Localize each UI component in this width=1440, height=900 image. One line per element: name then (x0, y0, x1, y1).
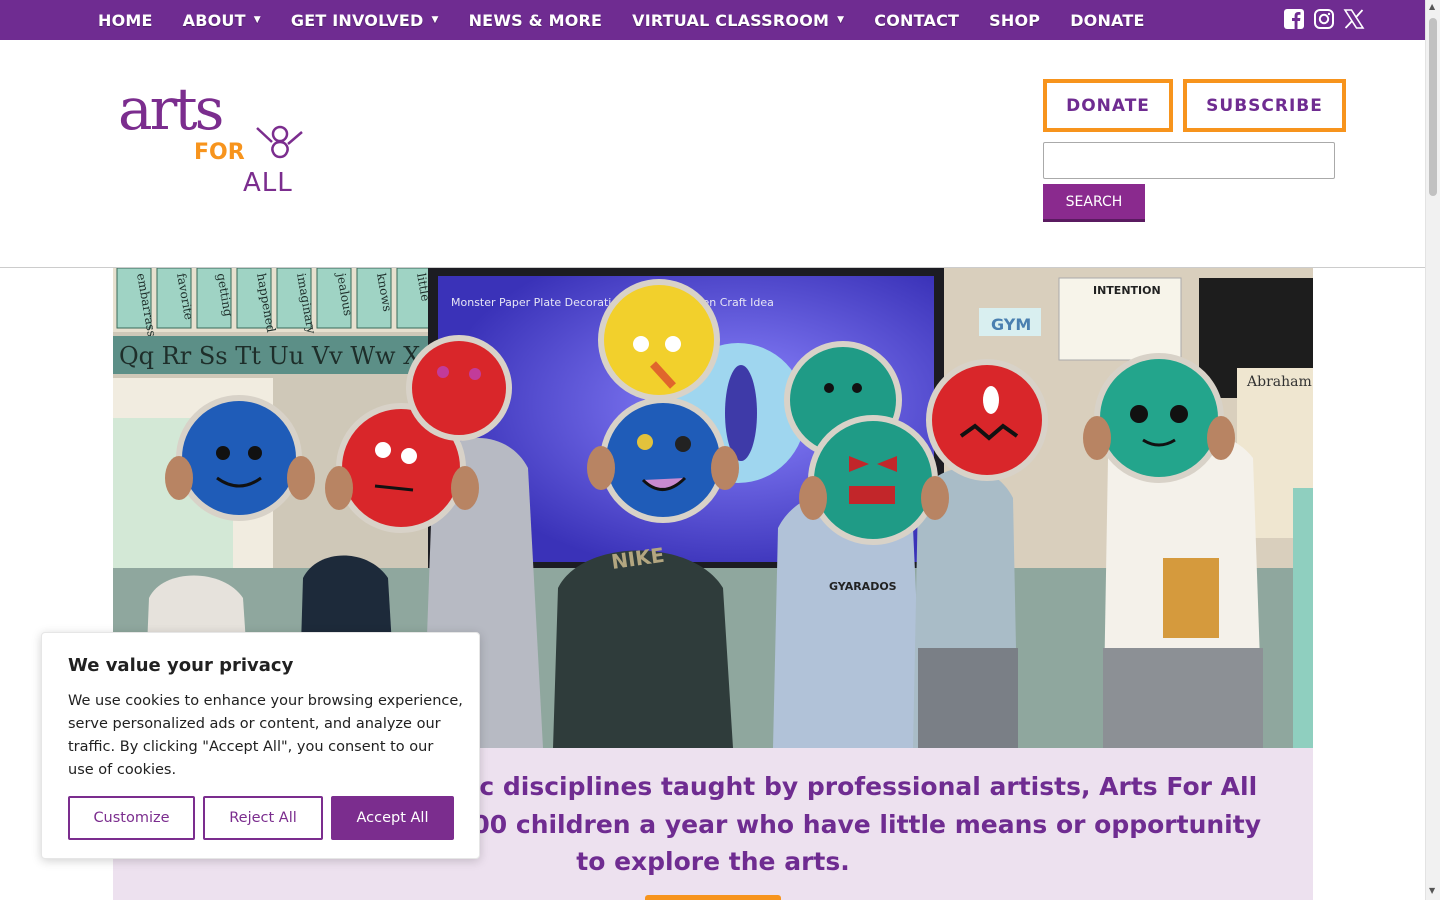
reject-all-button-label: Reject All (229, 810, 297, 826)
nav-get-involved-label: GET INVOLVED (290, 10, 424, 30)
board-title: INTENTION (1093, 284, 1161, 297)
nav-donate[interactable]: DONATE (1070, 11, 1144, 30)
top-nav-bar: HOME ABOUT ▼ GET INVOLVED ▼ NEWS & MORE VI… (0, 0, 1425, 40)
nav-home-label: HOME (98, 10, 153, 30)
social-links (1283, 8, 1365, 30)
nav-get-involved[interactable]: GET INVOLVED ▼ (291, 11, 439, 30)
search-input[interactable] (1043, 142, 1335, 179)
nav-about-label: ABOUT (182, 10, 246, 30)
nav-shop-label: SHOP (989, 10, 1041, 30)
x-icon[interactable] (1343, 8, 1365, 30)
word-banner: embarrass favorite getting happened imaginar… (113, 268, 433, 338)
donate-button[interactable]: DONATE (1043, 79, 1173, 132)
logo-for-text: FOR (194, 140, 245, 165)
nav-contact-label: CONTACT (874, 10, 960, 30)
subscribe-button[interactable]: SUBSCRIBE (1183, 79, 1346, 132)
logo-arts-text: arts (118, 75, 224, 143)
caret-down-icon: ▼ (431, 15, 439, 25)
main-menu: HOME ABOUT ▼ GET INVOLVED ▼ NEWS & MORE VI… (98, 0, 1175, 40)
cookie-consent-banner: We value your privacy We use cookies to … (41, 632, 480, 859)
nav-virtual-classroom-label: VIRTUAL CLASSROOM (632, 10, 830, 30)
nav-news-more[interactable]: NEWS & MORE (469, 11, 603, 30)
site-header: arts FOR ALL DONATE SUBSCRIBE SEARCH (0, 40, 1425, 268)
instagram-icon[interactable] (1313, 8, 1335, 30)
scroll-up-icon[interactable]: ▲ (1429, 2, 1435, 11)
mission-cta-button[interactable] (645, 895, 781, 900)
accept-all-button-label: Accept All (356, 810, 429, 826)
nav-donate-label: DONATE (1070, 10, 1145, 30)
nav-contact[interactable]: CONTACT (874, 11, 959, 30)
customize-button[interactable]: Customize (68, 796, 195, 840)
facebook-icon[interactable] (1283, 8, 1305, 30)
search-button[interactable]: SEARCH (1043, 184, 1145, 222)
shirt-text-2: GYARADOS (829, 580, 897, 593)
scroll-down-icon[interactable]: ▼ (1429, 886, 1435, 895)
search-button-label: SEARCH (1065, 193, 1123, 210)
caret-down-icon: ▼ (253, 15, 261, 25)
cookie-title: We value your privacy (68, 655, 294, 676)
scrollbar-thumb[interactable] (1429, 18, 1437, 196)
customize-button-label: Customize (93, 810, 170, 826)
nav-home[interactable]: HOME (98, 11, 153, 30)
nav-about[interactable]: ABOUT ▼ (183, 11, 261, 30)
lincoln-label: Abraham Li (1246, 374, 1313, 390)
page-scrollbar[interactable]: ▲ ▼ (1425, 0, 1440, 900)
logo-figure-icon (256, 125, 303, 159)
cookie-description: We use cookies to enhance your browsing … (68, 693, 463, 778)
nav-shop[interactable]: SHOP (989, 11, 1040, 30)
accept-all-button[interactable]: Accept All (331, 796, 454, 840)
nav-virtual-classroom[interactable]: VIRTUAL CLASSROOM ▼ (632, 11, 844, 30)
arts-for-all-logo[interactable]: arts FOR ALL (118, 80, 308, 205)
caret-down-icon: ▼ (837, 15, 845, 25)
donate-button-label: DONATE (1066, 95, 1150, 116)
nav-news-label: NEWS & MORE (468, 10, 603, 30)
board-sign: GYM (991, 315, 1031, 334)
reject-all-button[interactable]: Reject All (203, 796, 323, 840)
subscribe-button-label: SUBSCRIBE (1206, 95, 1323, 116)
